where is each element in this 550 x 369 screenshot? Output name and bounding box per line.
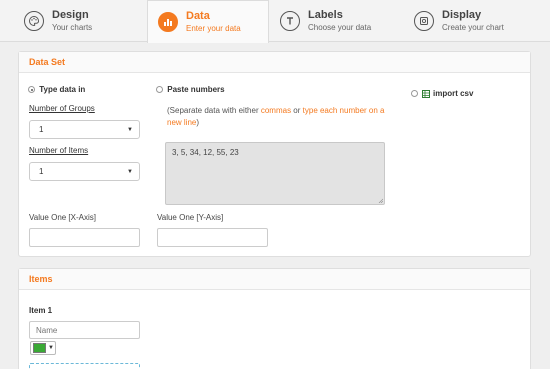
item-title: Item 1 [29,306,53,315]
color-picker[interactable]: ▼ [30,341,56,355]
color-swatch [33,343,46,353]
add-item-dropzone[interactable] [29,363,140,369]
hint-commas: commas [260,106,292,115]
bar-chart-icon [158,12,178,32]
chevron-down-icon: ▼ [127,168,133,175]
paste-numbers-label: Paste numbers [167,85,225,94]
spreadsheet-icon [422,89,430,98]
resize-handle-icon[interactable] [378,198,383,203]
tab-labels[interactable]: Labels Choose your data [280,0,390,42]
tab-title: Data [186,9,210,22]
tab-subtitle: Enter your data [186,23,241,33]
items-label: Number of Items [29,146,89,155]
hint-text: or [291,106,303,115]
groups-select[interactable]: 1 ▼ [29,120,140,139]
items-panel: Items Item 1 ▼ [18,268,531,369]
import-csv-label: import csv [433,89,474,98]
import-csv-option[interactable]: import csv [411,89,473,98]
panel-title: Data Set [19,52,530,73]
radio-unselected[interactable] [156,86,163,94]
groups-label: Number of Groups [29,104,95,113]
y-axis-label: Value One [Y-Axis] [157,213,224,222]
type-data-option[interactable]: Type data in [28,85,85,94]
tab-title: Display [442,8,482,21]
tab-title: Design [52,8,89,21]
tab-title: Labels [308,8,343,21]
display-icon [414,11,434,31]
text-icon [280,11,300,31]
y-axis-input[interactable] [157,228,268,247]
tab-subtitle: Choose your data [308,22,372,32]
chevron-down-icon: ▼ [127,126,133,133]
paste-hint: (Separate data with either commas or typ… [167,105,387,129]
hint-text: (Separate data with either [167,106,261,115]
tab-design[interactable]: Design Your charts [24,0,134,42]
x-axis-label: Value One [X-Axis] [29,213,96,222]
items-value: 1 [39,167,44,176]
radio-unselected[interactable] [411,90,418,97]
panel-title: Items [19,269,530,290]
radio-selected[interactable] [28,86,35,94]
chevron-down-icon: ▼ [48,345,54,351]
type-data-label: Type data in [39,85,86,94]
paste-numbers-option[interactable]: Paste numbers [156,85,225,94]
item-name-input[interactable] [29,321,140,339]
tab-subtitle: Your charts [52,22,93,32]
palette-icon [24,11,44,31]
data-set-panel: Data Set Type data in Number of Groups 1… [18,51,531,257]
x-axis-input[interactable] [29,228,140,247]
tab-subtitle: Create your chart [442,22,504,32]
tab-display[interactable]: Display Create your chart [414,0,534,42]
tab-data[interactable]: Data Enter your data [147,0,269,43]
items-select[interactable]: 1 ▼ [29,162,140,181]
groups-value: 1 [39,125,44,134]
hint-text: ) [196,118,200,127]
paste-value: 3, 5, 34, 12, 55, 23 [172,148,239,157]
step-tabs: Design Your charts Data Enter your data … [0,0,550,43]
paste-textarea[interactable]: 3, 5, 34, 12, 55, 23 [165,142,385,205]
